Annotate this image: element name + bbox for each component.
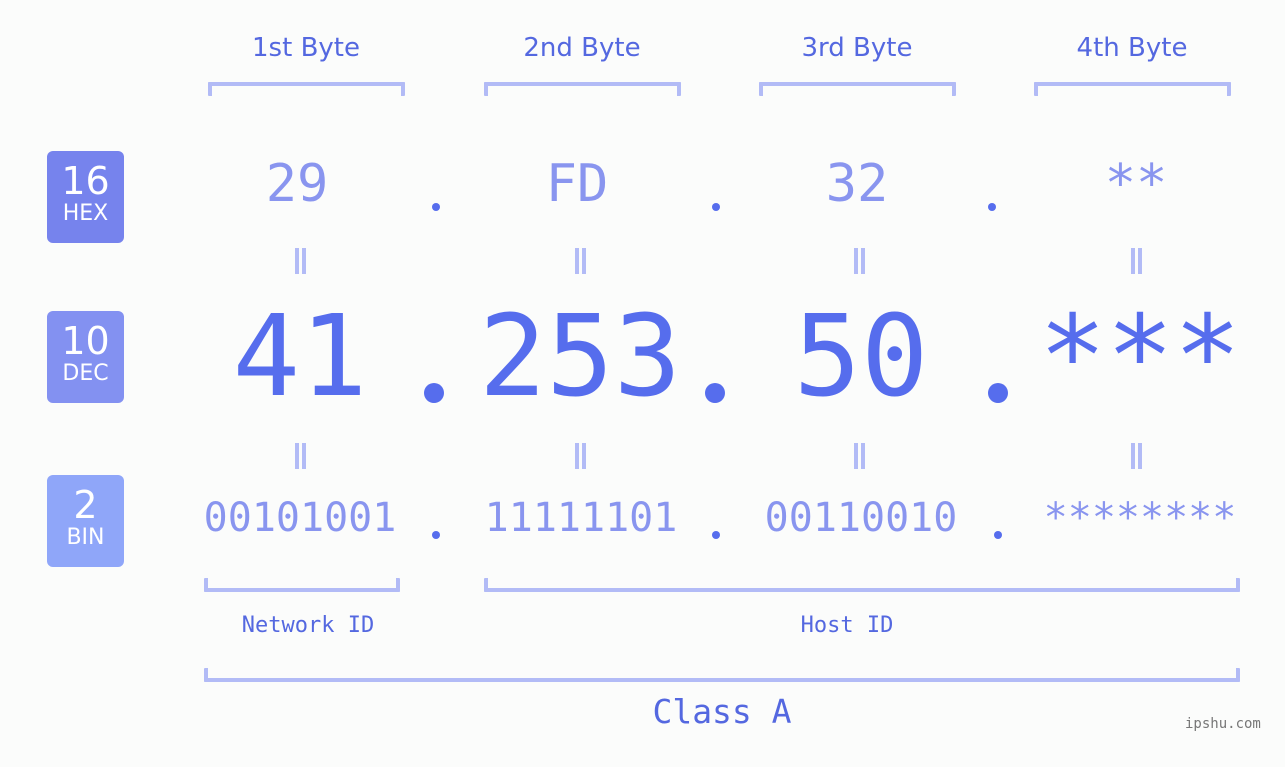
dec-badge: 10 DEC xyxy=(47,311,124,403)
byte-bracket-4 xyxy=(1034,82,1231,96)
hex-label: HEX xyxy=(62,201,109,226)
hex-separator-dot xyxy=(712,203,720,211)
equals-icon xyxy=(850,248,868,274)
dec-octet-1: 41 xyxy=(232,292,368,422)
bin-octet-3: 00110010 xyxy=(764,495,958,541)
class-label: Class A xyxy=(652,692,792,731)
bin-separator-dot xyxy=(712,531,720,539)
bin-separator-dot xyxy=(432,531,440,539)
hex-badge: 16 HEX xyxy=(47,151,124,243)
watermark: ipshu.com xyxy=(1185,716,1261,732)
hex-separator-dot xyxy=(988,203,996,211)
hex-octet-3: 32 xyxy=(825,154,889,214)
host-id-label: Host ID xyxy=(800,613,894,638)
equals-icon xyxy=(1127,248,1145,274)
bin-base: 2 xyxy=(73,483,98,527)
dec-base: 10 xyxy=(61,319,110,363)
dec-separator-dot xyxy=(988,383,1008,403)
network-id-bracket xyxy=(204,578,400,592)
bin-label: BIN xyxy=(66,525,105,550)
equals-icon xyxy=(1127,443,1145,469)
bin-octet-2: 11111101 xyxy=(484,495,678,541)
dec-octet-2: 253 xyxy=(478,292,682,422)
dec-separator-dot xyxy=(424,383,444,403)
hex-octet-4: ** xyxy=(1104,154,1168,214)
class-bracket xyxy=(204,668,1240,682)
byte-bracket-2 xyxy=(484,82,681,96)
bin-badge: 2 BIN xyxy=(47,475,124,567)
equals-icon xyxy=(571,248,589,274)
byte-header-2: 2nd Byte xyxy=(523,33,641,63)
hex-octet-1: 29 xyxy=(265,154,329,214)
bin-octet-4: ******** xyxy=(1043,495,1237,541)
byte-header-1: 1st Byte xyxy=(252,33,360,63)
dec-label: DEC xyxy=(62,361,109,386)
dec-octet-3: 50 xyxy=(793,292,929,422)
equals-icon xyxy=(291,248,309,274)
host-id-bracket xyxy=(484,578,1240,592)
dec-octet-4: *** xyxy=(1038,292,1242,422)
byte-bracket-3 xyxy=(759,82,956,96)
equals-icon xyxy=(291,443,309,469)
hex-octet-2: FD xyxy=(545,154,609,214)
byte-bracket-1 xyxy=(208,82,405,96)
dec-separator-dot xyxy=(705,383,725,403)
hex-base: 16 xyxy=(61,159,110,203)
bin-separator-dot xyxy=(994,531,1002,539)
byte-header-3: 3rd Byte xyxy=(801,33,913,63)
byte-header-4: 4th Byte xyxy=(1076,33,1188,63)
network-id-label: Network ID xyxy=(241,613,375,638)
equals-icon xyxy=(850,443,868,469)
equals-icon xyxy=(571,443,589,469)
hex-separator-dot xyxy=(432,203,440,211)
bin-octet-1: 00101001 xyxy=(203,495,397,541)
